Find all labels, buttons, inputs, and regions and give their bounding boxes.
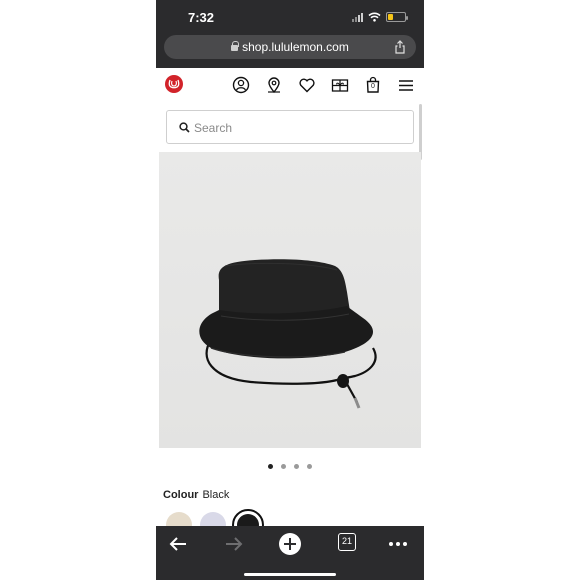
share-icon[interactable] <box>394 40 406 54</box>
colour-row: Colour Black <box>163 489 229 501</box>
carousel-dot-4[interactable] <box>307 464 312 469</box>
tabs-icon[interactable]: 21 <box>338 533 356 551</box>
carousel-dot-1[interactable] <box>268 464 273 469</box>
lock-icon <box>231 41 240 51</box>
battery-icon <box>386 12 408 22</box>
url-display: shop.lululemon.com <box>164 40 416 54</box>
site-header: 0 <box>156 68 424 104</box>
search-box[interactable] <box>166 110 414 144</box>
forward-arrow-icon[interactable] <box>222 532 246 556</box>
carousel-dot-2[interactable] <box>281 464 286 469</box>
search-input[interactable] <box>194 119 394 137</box>
status-icons <box>352 11 408 23</box>
gift-card-icon[interactable] <box>331 76 349 94</box>
bucket-hat-image <box>199 259 377 409</box>
menu-icon[interactable] <box>397 76 415 94</box>
phone-screen: 7:32 shop.lululemon.com 0 Search Colour … <box>156 0 424 580</box>
more-icon[interactable] <box>386 532 410 556</box>
browser-toolbar: 21 <box>156 526 424 580</box>
store-locator-icon[interactable] <box>265 76 283 94</box>
account-icon[interactable] <box>232 76 250 94</box>
product-image[interactable] <box>159 152 421 448</box>
home-indicator <box>244 573 336 576</box>
carousel-dot-3[interactable] <box>294 464 299 469</box>
new-tab-plus-icon[interactable] <box>278 532 302 556</box>
address-bar[interactable]: shop.lululemon.com <box>164 35 416 59</box>
cellular-signal-icon <box>352 12 363 22</box>
search-icon <box>179 122 190 133</box>
bag-count: 0 <box>371 83 375 90</box>
wifi-icon <box>368 12 381 22</box>
wishlist-heart-icon[interactable] <box>298 76 316 94</box>
url-text: shop.lululemon.com <box>242 40 349 54</box>
carousel-dots <box>156 464 424 469</box>
status-time: 7:32 <box>188 10 215 25</box>
shopping-bag-icon[interactable]: 0 <box>364 76 382 94</box>
colour-value: Black <box>202 489 230 501</box>
colour-label: Colour <box>163 489 199 501</box>
browser-top-chrome: 7:32 shop.lululemon.com <box>156 0 424 68</box>
back-arrow-icon[interactable] <box>166 532 190 556</box>
lululemon-logo-icon[interactable] <box>165 75 183 93</box>
